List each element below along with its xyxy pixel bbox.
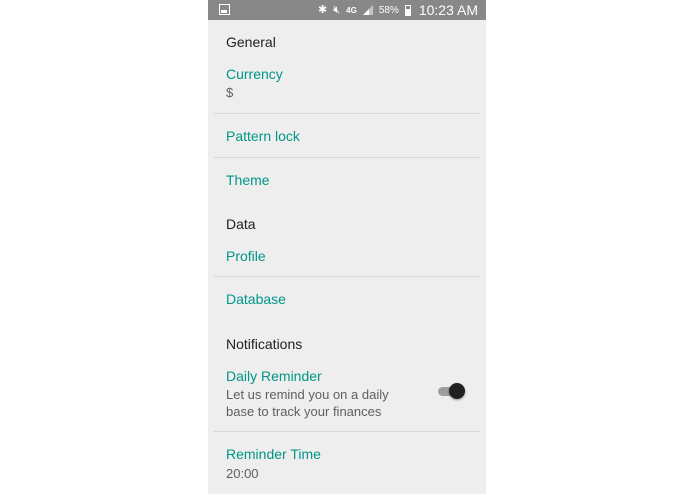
category-data: Data bbox=[226, 216, 256, 232]
pref-profile-title: Profile bbox=[226, 248, 266, 264]
signal-icon bbox=[362, 5, 373, 15]
clock: 10:23 AM bbox=[418, 2, 478, 18]
pref-reminder-time-value: 20:00 bbox=[226, 466, 259, 481]
network-type-icon: 4G bbox=[346, 6, 357, 15]
pref-currency[interactable]: Currency $ bbox=[208, 60, 486, 113]
pref-pattern-lock-title: Pattern lock bbox=[226, 128, 300, 144]
daily-reminder-toggle[interactable] bbox=[438, 383, 466, 399]
pref-pattern-lock[interactable]: Pattern lock bbox=[208, 114, 486, 157]
gallery-notification-icon bbox=[219, 4, 230, 15]
pref-currency-title: Currency bbox=[226, 66, 283, 82]
network-type-label: 4G bbox=[346, 5, 357, 15]
category-notifications: Notifications bbox=[226, 336, 303, 352]
pref-profile[interactable]: Profile bbox=[208, 238, 486, 276]
battery-percent: 58% bbox=[378, 4, 399, 16]
toggle-thumb bbox=[449, 383, 465, 399]
pref-reminder-time-title: Reminder Time bbox=[226, 446, 321, 462]
mute-icon: 🔇︎ bbox=[333, 4, 341, 16]
pref-reminder-time[interactable]: Reminder Time 20:00 bbox=[208, 432, 486, 494]
pref-database[interactable]: Database bbox=[208, 277, 486, 320]
pref-daily-reminder-summary-line2: base to track your finances bbox=[226, 404, 382, 419]
pref-currency-value: $ bbox=[226, 85, 234, 100]
pref-daily-reminder-title: Daily Reminder bbox=[226, 368, 322, 384]
category-general: General bbox=[226, 34, 276, 50]
bluetooth-icon: ✱ bbox=[318, 4, 328, 16]
pref-database-title: Database bbox=[226, 291, 286, 307]
battery-icon bbox=[404, 4, 411, 16]
pref-daily-reminder-summary-line1: Let us remind you on a daily bbox=[226, 387, 389, 402]
status-icons: ✱ 🔇︎ 4G 58% 10:23 AM bbox=[318, 0, 478, 20]
status-bar: ✱ 🔇︎ 4G 58% 10:23 AM bbox=[208, 0, 486, 20]
pref-theme[interactable]: Theme bbox=[208, 158, 486, 200]
pref-daily-reminder[interactable]: Daily Reminder Let us remind you on a da… bbox=[208, 360, 486, 431]
pref-theme-title: Theme bbox=[226, 172, 270, 188]
phone-screen: ✱ 🔇︎ 4G 58% 10:23 AM General Currency $ … bbox=[208, 0, 486, 494]
